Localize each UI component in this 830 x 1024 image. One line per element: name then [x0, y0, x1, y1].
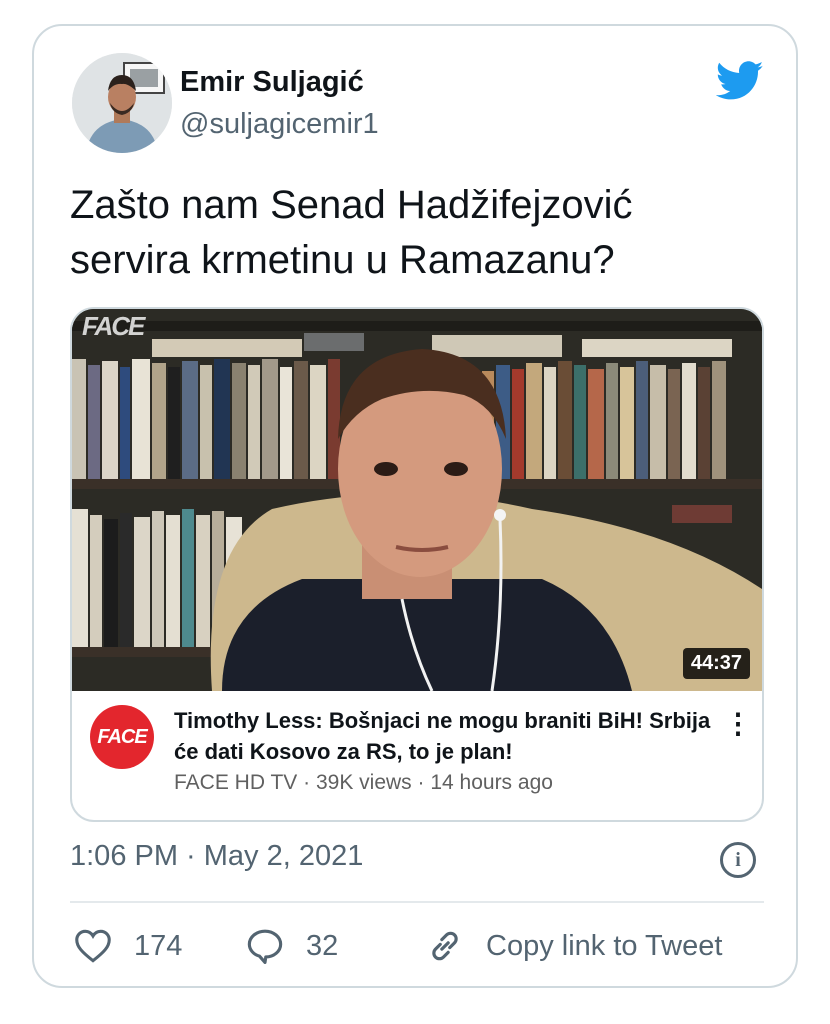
video-frame [72, 309, 762, 691]
info-icon[interactable]: i [720, 842, 756, 878]
avatar-photo [72, 53, 172, 153]
like-button[interactable]: 174 [74, 924, 182, 968]
channel-logo[interactable]: FACE [90, 705, 154, 769]
tweet-timestamp[interactable]: 1:06 PM · May 2, 2021 [70, 840, 363, 873]
speech-bubble-icon [247, 929, 283, 964]
video-meta: FACE HD TV · 39K views · 14 hours ago [174, 771, 553, 794]
kebab-menu-icon[interactable]: ⋮ [724, 707, 752, 741]
tweet-card: Emir Suljagić @suljagicemir1 Zašto nam S… [32, 24, 798, 988]
video-thumbnail[interactable]: FACE 44:37 [72, 309, 762, 691]
video-embed[interactable]: FACE 44:37 FACE Timothy Less: Bošnjaci n… [70, 307, 764, 822]
action-bar: 174 32 Copy link to Tweet [70, 924, 764, 968]
copy-link-button[interactable]: Copy link to Tweet [426, 924, 722, 968]
reply-button[interactable]: 32 [246, 924, 338, 968]
divider [70, 901, 764, 903]
author-name[interactable]: Emir Suljagić [180, 66, 364, 99]
copy-link-label: Copy link to Tweet [486, 929, 723, 962]
author-handle[interactable]: @suljagicemir1 [180, 108, 379, 141]
tweet-text: Zašto nam Senad Hadžifejzović servira kr… [70, 183, 633, 282]
video-duration: 44:37 [682, 648, 750, 679]
like-count: 174 [134, 929, 183, 962]
link-icon [432, 931, 458, 961]
face-watermark: FACE [82, 311, 145, 341]
twitter-bird-icon[interactable] [716, 60, 764, 102]
video-title[interactable]: Timothy Less: Bošnjaci ne mogu braniti B… [174, 705, 714, 767]
reply-count: 32 [306, 929, 339, 962]
heart-icon [75, 929, 111, 963]
avatar[interactable] [72, 53, 172, 153]
